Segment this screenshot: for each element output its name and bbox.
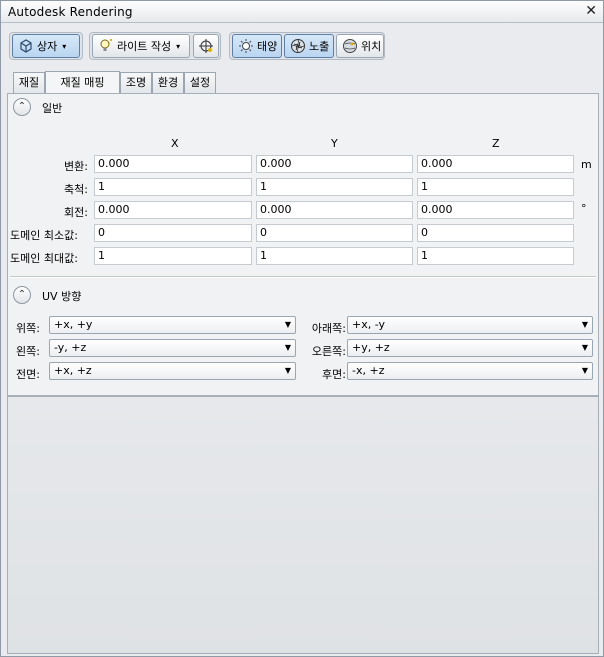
translation-z-field[interactable]: 0.000 bbox=[417, 155, 574, 173]
dropdown-arrow-icon: ▼ bbox=[284, 343, 291, 352]
rotation-z-field[interactable]: 0.000 bbox=[417, 201, 574, 219]
right-label: 오른쪽: bbox=[311, 345, 346, 358]
tab-material-mapping[interactable]: 재질 매핑 bbox=[45, 71, 120, 93]
top-label: 위쪽: bbox=[16, 322, 40, 335]
toolbar: 상자 ▾ 라이트 작성 ▾ 태양 노출 위치 bbox=[1, 24, 603, 70]
tab-environment[interactable]: 환경 bbox=[152, 72, 184, 93]
scale-label: 축척: bbox=[64, 183, 88, 196]
section-divider bbox=[10, 276, 596, 278]
location-button[interactable]: 위치 bbox=[336, 34, 384, 58]
rendering-window: Autodesk Rendering ✕ 상자 ▾ 라이트 작성 ▾ 태양 노출… bbox=[0, 0, 604, 657]
window-title: Autodesk Rendering bbox=[8, 5, 133, 19]
front-direction-select[interactable]: +x, +z ▼ bbox=[49, 362, 296, 380]
create-light-button[interactable]: 라이트 작성 ▾ bbox=[92, 34, 190, 58]
chevron-down-icon: ▾ bbox=[62, 41, 67, 51]
sun-icon bbox=[238, 38, 254, 54]
uv-section-title: UV 방향 bbox=[42, 290, 82, 303]
scale-z-field[interactable]: 1 bbox=[417, 178, 574, 196]
dropdown-arrow-icon: ▼ bbox=[284, 366, 291, 375]
bottom-direction-value: +x, -y bbox=[352, 318, 386, 331]
target-point-button[interactable] bbox=[193, 34, 219, 58]
tab-settings[interactable]: 설정 bbox=[184, 72, 216, 93]
uv-section-header[interactable]: ⌃ UV 방향 bbox=[8, 282, 598, 306]
light-group: 라이트 작성 ▾ bbox=[89, 32, 221, 60]
front-label: 전면: bbox=[16, 368, 40, 381]
general-section-header[interactable]: ⌃ 일반 bbox=[8, 94, 598, 118]
right-direction-select[interactable]: +y, +z ▼ bbox=[347, 339, 593, 357]
column-y-header: Y bbox=[331, 137, 338, 150]
box-group: 상자 ▾ bbox=[9, 32, 83, 60]
domain-min-y-field[interactable]: 0 bbox=[256, 224, 413, 242]
left-label: 왼쪽: bbox=[16, 345, 40, 358]
back-direction-select[interactable]: -x, +z ▼ bbox=[347, 362, 593, 380]
translation-label: 변환: bbox=[64, 160, 88, 173]
empty-content-area bbox=[7, 396, 599, 654]
bottom-label: 아래쪽: bbox=[311, 322, 346, 335]
domain-max-x-field[interactable]: 1 bbox=[94, 247, 252, 265]
rotation-x-field[interactable]: 0.000 bbox=[94, 201, 252, 219]
scale-x-field[interactable]: 1 bbox=[94, 178, 252, 196]
box-button[interactable]: 상자 ▾ bbox=[12, 34, 80, 58]
rotation-y-field[interactable]: 0.000 bbox=[256, 201, 413, 219]
column-x-header: X bbox=[171, 137, 179, 150]
rotation-label: 회전: bbox=[64, 206, 88, 219]
top-direction-value: +x, +y bbox=[54, 318, 93, 331]
dropdown-arrow-icon: ▼ bbox=[284, 320, 291, 329]
dropdown-arrow-icon: ▼ bbox=[581, 366, 588, 375]
lightbulb-icon bbox=[98, 38, 114, 54]
tab-material[interactable]: 재질 bbox=[13, 72, 45, 93]
sun-group: 태양 노출 위치 bbox=[229, 32, 385, 60]
dropdown-arrow-icon: ▼ bbox=[581, 320, 588, 329]
back-label: 후면: bbox=[322, 368, 346, 381]
bottom-direction-select[interactable]: +x, -y ▼ bbox=[347, 316, 593, 334]
chevron-down-icon: ▾ bbox=[176, 41, 181, 51]
globe-icon bbox=[342, 38, 358, 54]
top-direction-select[interactable]: +x, +y ▼ bbox=[49, 316, 296, 334]
tab-lighting[interactable]: 조명 bbox=[120, 72, 152, 93]
front-direction-value: +x, +z bbox=[54, 364, 92, 377]
translation-x-field[interactable]: 0.000 bbox=[94, 155, 252, 173]
column-z-header: Z bbox=[492, 137, 500, 150]
dropdown-arrow-icon: ▼ bbox=[581, 343, 588, 352]
left-direction-value: -y, +z bbox=[54, 341, 87, 354]
right-direction-value: +y, +z bbox=[352, 341, 390, 354]
rotation-unit: ° bbox=[581, 202, 587, 215]
domain-max-z-field[interactable]: 1 bbox=[417, 247, 574, 265]
title-bar[interactable]: Autodesk Rendering ✕ bbox=[1, 1, 603, 23]
domain-max-label: 도메인 최대값: bbox=[10, 252, 78, 265]
domain-min-z-field[interactable]: 0 bbox=[417, 224, 574, 242]
scale-y-field[interactable]: 1 bbox=[256, 178, 413, 196]
aperture-icon bbox=[290, 38, 306, 54]
collapse-icon[interactable]: ⌃ bbox=[13, 98, 31, 116]
create-light-label: 라이트 작성 bbox=[117, 40, 172, 53]
exposure-label: 노출 bbox=[309, 40, 330, 53]
cube-icon bbox=[18, 38, 34, 54]
domain-max-y-field[interactable]: 1 bbox=[256, 247, 413, 265]
back-direction-value: -x, +z bbox=[352, 364, 385, 377]
sun-button[interactable]: 태양 bbox=[232, 34, 282, 58]
exposure-button[interactable]: 노출 bbox=[284, 34, 334, 58]
collapse-icon[interactable]: ⌃ bbox=[13, 286, 31, 304]
translation-y-field[interactable]: 0.000 bbox=[256, 155, 413, 173]
location-label: 위치 bbox=[361, 40, 382, 53]
general-section-title: 일반 bbox=[42, 102, 63, 115]
mapping-panel: ⌃ 일반 X Y Z 변환: 0.000 0.000 0.000 m 축척: 1… bbox=[7, 93, 599, 396]
close-icon[interactable]: ✕ bbox=[585, 3, 597, 19]
domain-min-x-field[interactable]: 0 bbox=[94, 224, 252, 242]
box-label: 상자 bbox=[37, 40, 58, 53]
sun-label: 태양 bbox=[257, 40, 278, 53]
left-direction-select[interactable]: -y, +z ▼ bbox=[49, 339, 296, 357]
domain-min-label: 도메인 최소값: bbox=[10, 229, 78, 242]
crosshair-icon bbox=[198, 38, 214, 54]
translation-unit: m bbox=[581, 158, 592, 171]
